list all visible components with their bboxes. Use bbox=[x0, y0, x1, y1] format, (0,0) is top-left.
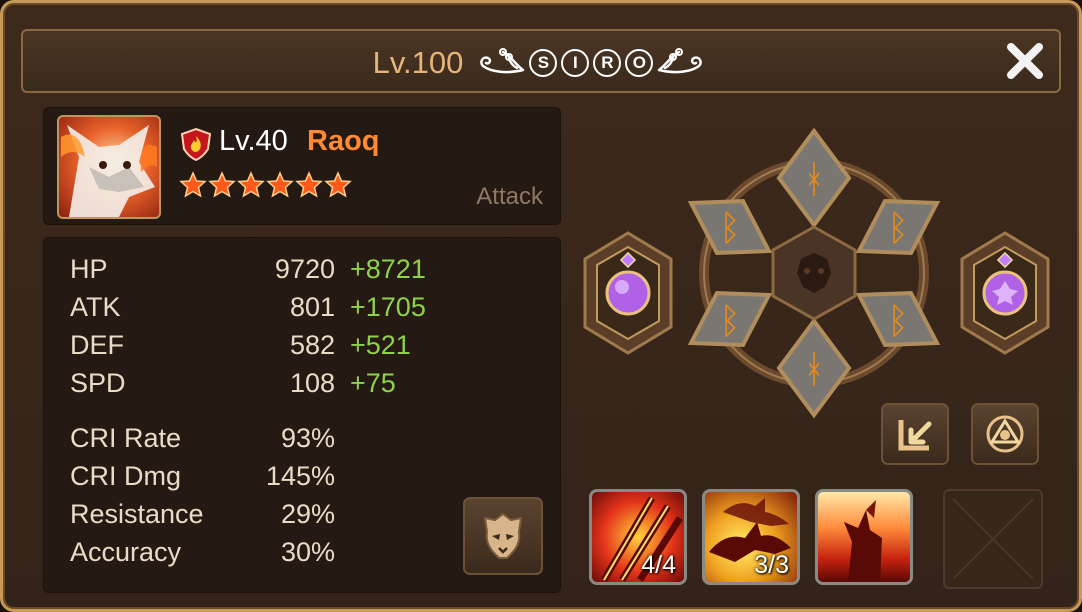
skill-1[interactable]: 4/4 bbox=[589, 489, 687, 585]
svg-text:ᚼ: ᚼ bbox=[803, 157, 826, 201]
monster-info-window: Lv.100 S I R O Lv.40 Raoq Attack HP 9720… bbox=[0, 0, 1082, 612]
svg-text:ᛒ: ᛒ bbox=[887, 301, 909, 342]
stat-bonus-value: +75 bbox=[350, 368, 396, 398]
name-letter: S bbox=[529, 49, 558, 77]
stat-label: SPD bbox=[70, 368, 126, 398]
stat-base-value: 108 bbox=[289, 368, 335, 398]
empty-skill-slot bbox=[943, 489, 1043, 589]
stat-row-resistance: Resistance 29% bbox=[70, 499, 490, 537]
artifact-slot-right[interactable] bbox=[958, 229, 1052, 357]
svg-text:ᛒ: ᛒ bbox=[719, 208, 741, 249]
stat-bonus-value: +8721 bbox=[350, 254, 426, 284]
unequip-arrow-icon bbox=[898, 420, 932, 451]
svg-text:ᚼ: ᚼ bbox=[803, 347, 826, 391]
monster-name: Raoq bbox=[307, 125, 380, 157]
stats-panel: HP 9720 +8721 ATK 801 +1705 DEF 582 +521… bbox=[43, 237, 561, 593]
stat-base-value: 145% bbox=[265, 461, 335, 491]
mask-icon bbox=[483, 512, 523, 559]
stat-label: Accuracy bbox=[70, 537, 182, 567]
artifact-slot-left[interactable] bbox=[581, 229, 675, 357]
player-title: Lv.100 S I R O bbox=[23, 31, 1059, 95]
star-icon bbox=[208, 171, 236, 198]
star-rating bbox=[179, 171, 352, 199]
fire-element-icon bbox=[179, 127, 213, 162]
stat-base-value: 9720 bbox=[274, 254, 335, 284]
stat-row-spd: SPD 108 +75 bbox=[70, 368, 490, 406]
star-icon bbox=[266, 171, 294, 198]
empty-slot-cross-icon bbox=[952, 498, 1034, 580]
stat-base-value: 30% bbox=[280, 537, 335, 567]
stat-bonus-value: +521 bbox=[350, 330, 411, 360]
stat-base-value: 93% bbox=[280, 423, 335, 453]
stat-row-accuracy: Accuracy 30% bbox=[70, 537, 490, 575]
stat-row-cri-dmg: CRI Dmg 145% bbox=[70, 461, 490, 499]
rune-slot-4[interactable]: ᚼ bbox=[776, 317, 852, 419]
star-icon bbox=[179, 171, 207, 198]
stat-label: HP bbox=[70, 254, 108, 284]
unequip-runes-button[interactable] bbox=[881, 403, 949, 465]
stat-row-def: DEF 582 +521 bbox=[70, 330, 490, 368]
close-icon bbox=[1007, 43, 1043, 79]
stat-label: ATK bbox=[70, 292, 121, 322]
left-flourish-icon bbox=[477, 44, 525, 83]
star-icon bbox=[295, 171, 323, 198]
howling-wolf-icon bbox=[844, 500, 882, 582]
stat-row-hp: HP 9720 +8721 bbox=[70, 254, 490, 292]
skill-2[interactable]: 3/3 bbox=[702, 489, 800, 585]
monster-portrait[interactable] bbox=[57, 115, 161, 219]
star-icon bbox=[324, 171, 352, 198]
stat-label: Resistance bbox=[70, 499, 204, 529]
stat-label: DEF bbox=[70, 330, 124, 360]
name-letter: O bbox=[625, 49, 654, 77]
artifact-icon bbox=[583, 231, 673, 355]
stat-row-atk: ATK 801 +1705 bbox=[70, 292, 490, 330]
name-letter: R bbox=[593, 49, 622, 77]
svg-text:ᛒ: ᛒ bbox=[719, 301, 741, 342]
stat-base-value: 582 bbox=[289, 330, 335, 360]
header-bar: Lv.100 S I R O bbox=[21, 29, 1061, 93]
name-letter: I bbox=[561, 49, 590, 77]
monster-skin-button[interactable] bbox=[463, 497, 543, 575]
monster-summary-panel: Lv.40 Raoq Attack bbox=[43, 107, 561, 225]
stat-bonus-value: +1705 bbox=[350, 292, 426, 322]
skill-level: 3/3 bbox=[754, 551, 789, 579]
stat-base-value: 801 bbox=[289, 292, 335, 322]
player-level: Lv.100 bbox=[372, 45, 464, 80]
skill-3[interactable] bbox=[815, 489, 913, 585]
monster-level: Lv.40 bbox=[219, 125, 288, 157]
stat-label: CRI Rate bbox=[70, 423, 182, 453]
stat-row-cri-rate: CRI Rate 93% bbox=[70, 423, 490, 461]
player-name: S I R O bbox=[477, 44, 709, 83]
right-flourish-icon bbox=[657, 44, 709, 83]
star-icon bbox=[237, 171, 265, 198]
rune-board: ᚼ ᛒ ᛒ ᚼ ᛒ ᛒ bbox=[687, 127, 941, 419]
stat-label: CRI Dmg bbox=[70, 461, 182, 491]
skill-level: 4/4 bbox=[641, 551, 676, 579]
close-button[interactable] bbox=[1003, 39, 1047, 83]
rune-set-icon bbox=[986, 415, 1024, 453]
rune-recommend-button[interactable] bbox=[971, 403, 1039, 465]
rune-slot-1[interactable]: ᚼ bbox=[776, 127, 852, 229]
artifact-icon bbox=[960, 231, 1050, 355]
monster-type: Attack bbox=[476, 183, 543, 210]
stat-base-value: 29% bbox=[280, 499, 335, 529]
svg-text:ᛒ: ᛒ bbox=[887, 208, 909, 249]
